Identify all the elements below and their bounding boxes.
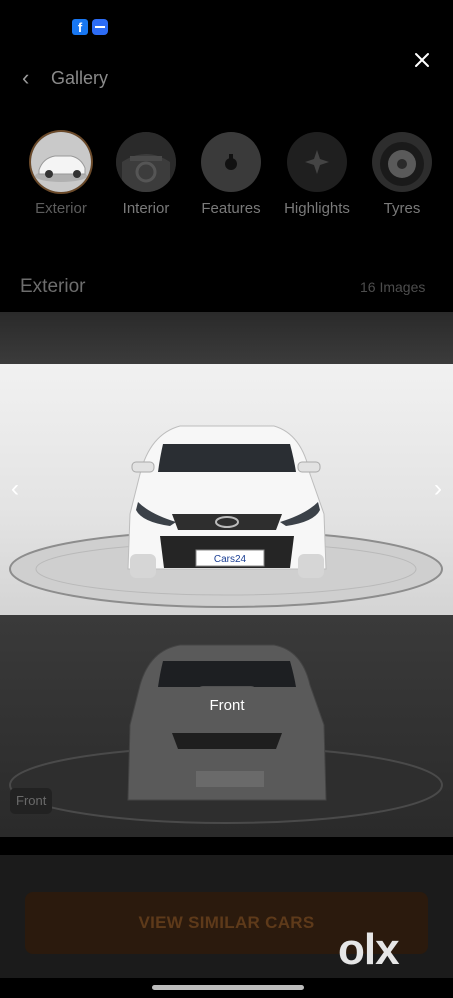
facebook-icon: f [72, 19, 88, 35]
tab-exterior[interactable]: Exterior [22, 132, 100, 217]
interior-thumbnail [116, 132, 176, 192]
exterior-thumbnail [31, 132, 91, 192]
tab-label-features: Features [201, 200, 261, 217]
car-photo-reflection [0, 615, 453, 837]
olx-watermark: olx [338, 925, 400, 974]
next-image-arrow-icon[interactable]: › [428, 476, 448, 502]
back-arrow-icon[interactable]: ‹ [22, 66, 44, 90]
status-notification-icons: f [72, 19, 108, 35]
background-photo [0, 312, 453, 364]
highlights-thumbnail [287, 132, 347, 192]
tab-highlights[interactable]: Highlights [278, 132, 356, 217]
car-photo[interactable]: Cars24 [0, 364, 453, 615]
photo-caption-tooltip: Front [197, 686, 257, 726]
number-plate: Cars24 [214, 554, 247, 565]
tab-label-interior: Interior [122, 200, 170, 217]
page-title: Gallery [51, 68, 109, 88]
tab-label-highlights: Highlights [284, 200, 350, 217]
tab-tyres[interactable]: Tyres [363, 132, 441, 217]
message-icon [92, 19, 108, 35]
section-title: Exterior [20, 276, 86, 297]
tab-label-tyres: Tyres [383, 200, 421, 217]
home-indicator[interactable] [152, 985, 304, 990]
tab-interior[interactable]: Interior [107, 132, 185, 217]
view-tag: Front [10, 788, 53, 814]
close-icon[interactable] [412, 50, 432, 70]
category-tabs: Exterior Interior Features Highlights Ty… [0, 132, 453, 222]
tab-label-exterior: Exterior [35, 200, 87, 217]
features-thumbnail [201, 132, 261, 192]
tyres-thumbnail [372, 132, 432, 192]
prev-image-arrow-icon[interactable]: ‹ [5, 476, 25, 502]
image-count: 16 Images [360, 279, 426, 295]
tab-features[interactable]: Features [192, 132, 270, 217]
